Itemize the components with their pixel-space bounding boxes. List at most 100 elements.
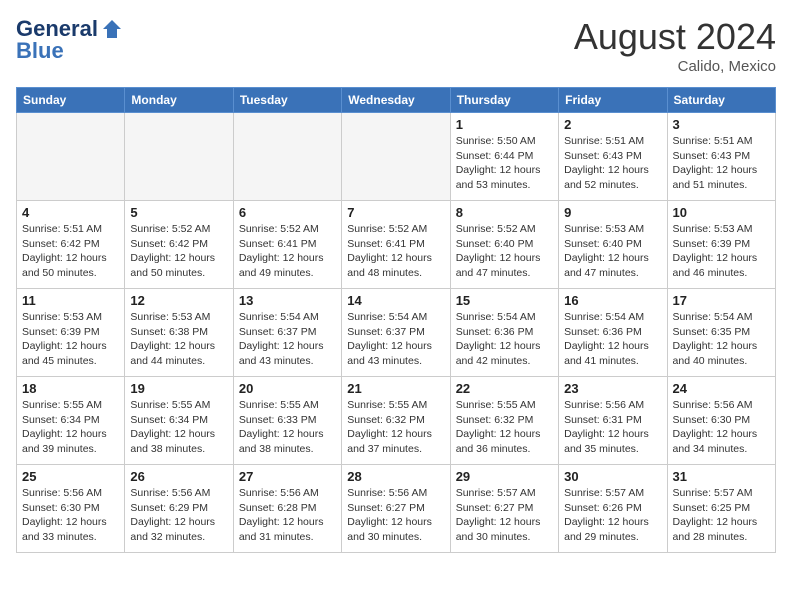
day-info: Sunrise: 5:54 AM Sunset: 6:35 PM Dayligh… <box>673 310 770 369</box>
calendar-cell: 9 Sunrise: 5:53 AM Sunset: 6:40 PM Daylig… <box>559 201 667 289</box>
day-info: Sunrise: 5:53 AM Sunset: 6:40 PM Dayligh… <box>564 222 661 281</box>
day-info: Sunrise: 5:56 AM Sunset: 6:30 PM Dayligh… <box>22 486 119 545</box>
calendar-cell: 14Sunrise: 5:54 AM Sunset: 6:37 PM Dayli… <box>342 289 450 377</box>
calendar-cell: 20 Sunrise: 5:55 AM Sunset: 6:33 PM Dayli… <box>233 377 341 465</box>
day-number: 24 <box>673 381 770 396</box>
day-info: Sunrise: 5:52 AM Sunset: 6:42 PM Dayligh… <box>130 222 227 281</box>
day-info: Sunrise: 5:57 AM Sunset: 6:26 PM Dayligh… <box>564 486 661 545</box>
calendar-cell: 5 Sunrise: 5:52 AM Sunset: 6:42 PM Daylig… <box>125 201 233 289</box>
calendar-cell: 23 Sunrise: 5:56 AM Sunset: 6:31 PM Dayli… <box>559 377 667 465</box>
day-number: 30 <box>564 469 661 484</box>
logo: General Blue <box>16 16 125 64</box>
day-info: Sunrise: 5:52 AM Sunset: 6:41 PM Dayligh… <box>239 222 336 281</box>
calendar-cell <box>342 113 450 201</box>
calendar-cell <box>125 113 233 201</box>
day-number: 11 <box>22 293 119 308</box>
calendar-cell: 10Sunrise: 5:53 AM Sunset: 6:39 PM Dayli… <box>667 201 775 289</box>
calendar-cell: 26 Sunrise: 5:56 AM Sunset: 6:29 PM Dayli… <box>125 465 233 553</box>
day-number: 3 <box>673 117 770 132</box>
day-info: Sunrise: 5:53 AM Sunset: 6:38 PM Dayligh… <box>130 310 227 369</box>
calendar-cell: 16Sunrise: 5:54 AM Sunset: 6:36 PM Dayli… <box>559 289 667 377</box>
day-info: Sunrise: 5:54 AM Sunset: 6:37 PM Dayligh… <box>347 310 444 369</box>
day-info: Sunrise: 5:50 AM Sunset: 6:44 PM Dayligh… <box>456 134 553 193</box>
calendar-cell: 22Sunrise: 5:55 AM Sunset: 6:32 PM Dayli… <box>450 377 558 465</box>
day-number: 31 <box>673 469 770 484</box>
day-number: 26 <box>130 469 227 484</box>
day-info: Sunrise: 5:51 AM Sunset: 6:43 PM Dayligh… <box>564 134 661 193</box>
day-info: Sunrise: 5:55 AM Sunset: 6:33 PM Dayligh… <box>239 398 336 457</box>
day-info: Sunrise: 5:53 AM Sunset: 6:39 PM Dayligh… <box>22 310 119 369</box>
calendar-cell: 30 Sunrise: 5:57 AM Sunset: 6:26 PM Dayli… <box>559 465 667 553</box>
day-number: 28 <box>347 469 444 484</box>
calendar-header-tuesday: Tuesday <box>233 88 341 113</box>
day-number: 8 <box>456 205 553 220</box>
day-number: 9 <box>564 205 661 220</box>
calendar-header-row: SundayMondayTuesdayWednesdayThursdayFrid… <box>17 88 776 113</box>
week-row-2: 4 Sunrise: 5:51 AM Sunset: 6:42 PM Daylig… <box>17 201 776 289</box>
calendar-cell: 2Sunrise: 5:51 AM Sunset: 6:43 PM Daylig… <box>559 113 667 201</box>
calendar-cell: 24 Sunrise: 5:56 AM Sunset: 6:30 PM Dayli… <box>667 377 775 465</box>
day-number: 25 <box>22 469 119 484</box>
logo-icon <box>99 16 125 42</box>
week-row-3: 11 Sunrise: 5:53 AM Sunset: 6:39 PM Dayli… <box>17 289 776 377</box>
day-number: 19 <box>130 381 227 396</box>
calendar-cell: 6 Sunrise: 5:52 AM Sunset: 6:41 PM Daylig… <box>233 201 341 289</box>
calendar-cell: 13 Sunrise: 5:54 AM Sunset: 6:37 PM Dayli… <box>233 289 341 377</box>
location: Calido, Mexico <box>574 58 776 75</box>
day-number: 15 <box>456 293 553 308</box>
title-block: August 2024 Calido, Mexico <box>574 16 776 75</box>
calendar-cell: 15Sunrise: 5:54 AM Sunset: 6:36 PM Dayli… <box>450 289 558 377</box>
day-number: 13 <box>239 293 336 308</box>
day-number: 16 <box>564 293 661 308</box>
day-number: 29 <box>456 469 553 484</box>
day-number: 20 <box>239 381 336 396</box>
calendar-cell: 1Sunrise: 5:50 AM Sunset: 6:44 PM Daylig… <box>450 113 558 201</box>
calendar-cell: 12 Sunrise: 5:53 AM Sunset: 6:38 PM Dayli… <box>125 289 233 377</box>
calendar-cell: 17Sunrise: 5:54 AM Sunset: 6:35 PM Dayli… <box>667 289 775 377</box>
calendar-header-friday: Friday <box>559 88 667 113</box>
day-info: Sunrise: 5:56 AM Sunset: 6:27 PM Dayligh… <box>347 486 444 545</box>
calendar-cell: 19 Sunrise: 5:55 AM Sunset: 6:34 PM Dayli… <box>125 377 233 465</box>
header: General Blue August 2024 Calido, Mexico <box>16 16 776 75</box>
day-number: 12 <box>130 293 227 308</box>
day-number: 23 <box>564 381 661 396</box>
day-info: Sunrise: 5:55 AM Sunset: 6:34 PM Dayligh… <box>22 398 119 457</box>
day-info: Sunrise: 5:56 AM Sunset: 6:30 PM Dayligh… <box>673 398 770 457</box>
calendar-cell <box>233 113 341 201</box>
calendar-cell: 7Sunrise: 5:52 AM Sunset: 6:41 PM Daylig… <box>342 201 450 289</box>
week-row-1: 1Sunrise: 5:50 AM Sunset: 6:44 PM Daylig… <box>17 113 776 201</box>
day-info: Sunrise: 5:57 AM Sunset: 6:27 PM Dayligh… <box>456 486 553 545</box>
day-info: Sunrise: 5:57 AM Sunset: 6:25 PM Dayligh… <box>673 486 770 545</box>
day-number: 10 <box>673 205 770 220</box>
calendar: SundayMondayTuesdayWednesdayThursdayFrid… <box>16 87 776 553</box>
day-info: Sunrise: 5:51 AM Sunset: 6:42 PM Dayligh… <box>22 222 119 281</box>
calendar-cell: 4 Sunrise: 5:51 AM Sunset: 6:42 PM Daylig… <box>17 201 125 289</box>
day-info: Sunrise: 5:52 AM Sunset: 6:40 PM Dayligh… <box>456 222 553 281</box>
day-number: 21 <box>347 381 444 396</box>
day-number: 6 <box>239 205 336 220</box>
calendar-header-thursday: Thursday <box>450 88 558 113</box>
day-number: 5 <box>130 205 227 220</box>
day-info: Sunrise: 5:56 AM Sunset: 6:29 PM Dayligh… <box>130 486 227 545</box>
day-info: Sunrise: 5:55 AM Sunset: 6:32 PM Dayligh… <box>347 398 444 457</box>
month-year: August 2024 <box>574 16 776 58</box>
calendar-cell: 25 Sunrise: 5:56 AM Sunset: 6:30 PM Dayli… <box>17 465 125 553</box>
calendar-cell: 31 Sunrise: 5:57 AM Sunset: 6:25 PM Dayli… <box>667 465 775 553</box>
calendar-cell: 29 Sunrise: 5:57 AM Sunset: 6:27 PM Dayli… <box>450 465 558 553</box>
day-number: 27 <box>239 469 336 484</box>
calendar-cell <box>17 113 125 201</box>
day-info: Sunrise: 5:55 AM Sunset: 6:34 PM Dayligh… <box>130 398 227 457</box>
day-number: 7 <box>347 205 444 220</box>
day-info: Sunrise: 5:56 AM Sunset: 6:31 PM Dayligh… <box>564 398 661 457</box>
day-info: Sunrise: 5:55 AM Sunset: 6:32 PM Dayligh… <box>456 398 553 457</box>
calendar-cell: 27Sunrise: 5:56 AM Sunset: 6:28 PM Dayli… <box>233 465 341 553</box>
calendar-cell: 21 Sunrise: 5:55 AM Sunset: 6:32 PM Dayli… <box>342 377 450 465</box>
week-row-5: 25 Sunrise: 5:56 AM Sunset: 6:30 PM Dayli… <box>17 465 776 553</box>
day-info: Sunrise: 5:51 AM Sunset: 6:43 PM Dayligh… <box>673 134 770 193</box>
day-info: Sunrise: 5:54 AM Sunset: 6:37 PM Dayligh… <box>239 310 336 369</box>
calendar-cell: 18 Sunrise: 5:55 AM Sunset: 6:34 PM Dayli… <box>17 377 125 465</box>
day-number: 4 <box>22 205 119 220</box>
calendar-header-monday: Monday <box>125 88 233 113</box>
day-number: 18 <box>22 381 119 396</box>
calendar-header-wednesday: Wednesday <box>342 88 450 113</box>
